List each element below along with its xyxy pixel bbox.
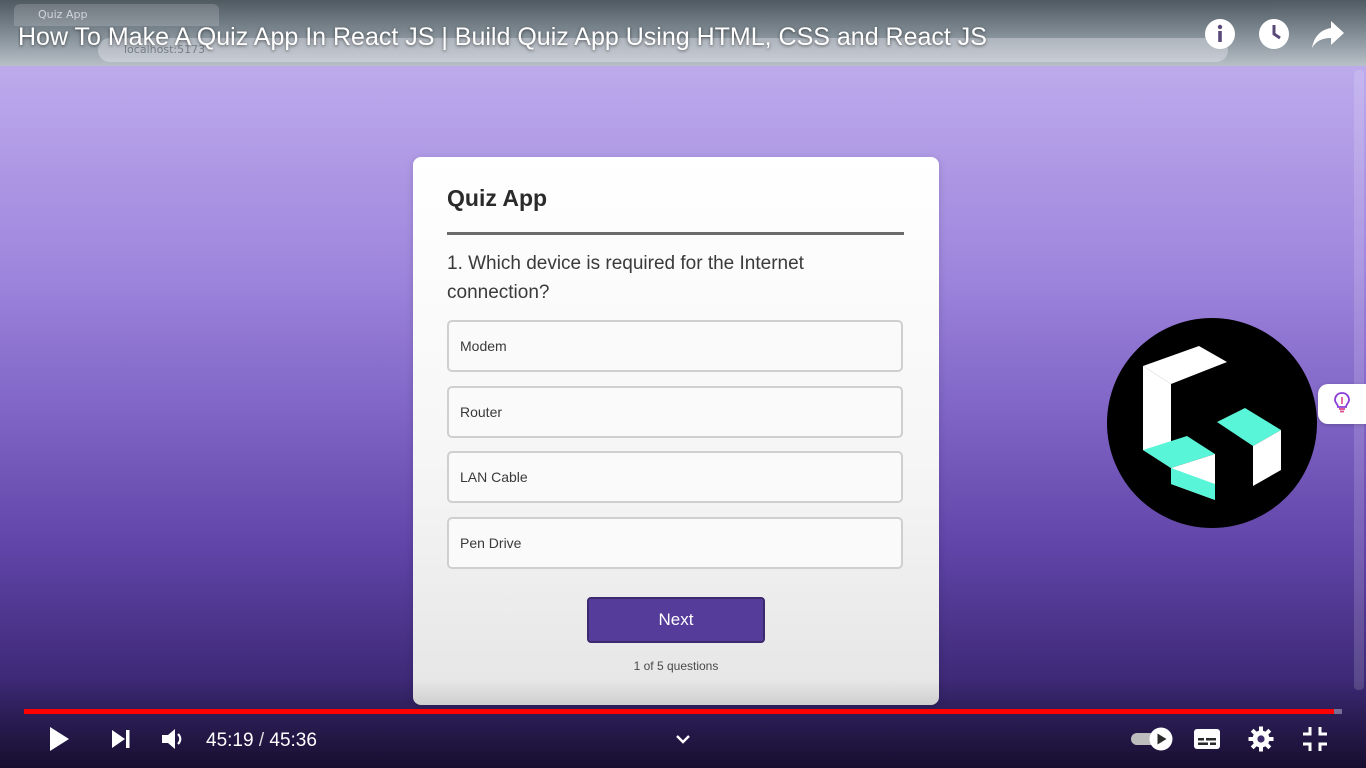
info-icon xyxy=(1204,18,1236,54)
autoplay-toggle[interactable] xyxy=(1128,722,1176,760)
next-video-button[interactable] xyxy=(104,722,138,760)
duration: 45:36 xyxy=(269,730,317,751)
quiz-card: Quiz App 1. Which device is required for… xyxy=(413,157,939,705)
side-extension-tab[interactable] xyxy=(1318,384,1366,424)
play-icon xyxy=(48,726,70,756)
exit-fullscreen-icon xyxy=(1302,726,1328,756)
next-button[interactable]: Next xyxy=(587,597,765,643)
video-title[interactable]: How To Make A Quiz App In React JS | Bui… xyxy=(18,20,1178,54)
browser-scrollbar xyxy=(1354,70,1364,690)
time-separator: / xyxy=(258,730,265,751)
seek-bar-played xyxy=(24,709,1335,714)
exit-fullscreen-button[interactable] xyxy=(1298,722,1332,760)
current-time: 45:19 xyxy=(206,730,254,751)
title-divider xyxy=(447,232,904,235)
mute-button[interactable] xyxy=(156,722,190,760)
option-modem[interactable]: Modem xyxy=(447,320,903,372)
captions-icon xyxy=(1193,728,1221,754)
volume-icon xyxy=(161,728,185,754)
question-text: 1. Which device is required for the Inte… xyxy=(447,253,804,303)
chevron-down-icon xyxy=(675,729,691,748)
gear-icon xyxy=(1248,726,1274,756)
settings-button[interactable] xyxy=(1244,722,1278,760)
video-frame[interactable]: Quiz App localhost:5173 Quiz App 1. Whic… xyxy=(0,0,1366,768)
clock-icon xyxy=(1258,18,1290,54)
chapters-toggle[interactable] xyxy=(668,724,698,752)
question-progress: 1 of 5 questions xyxy=(633,659,719,673)
option-lan-cable[interactable]: LAN Cable xyxy=(447,451,903,503)
option-router[interactable]: Router xyxy=(447,386,903,438)
watch-later-button[interactable] xyxy=(1256,18,1292,54)
lightbulb-icon xyxy=(1332,391,1352,417)
quiz-title: Quiz App xyxy=(447,185,548,211)
captions-button[interactable] xyxy=(1190,722,1224,760)
option-pen-drive[interactable]: Pen Drive xyxy=(447,517,903,569)
info-button[interactable] xyxy=(1202,18,1238,54)
share-icon xyxy=(1311,19,1345,53)
channel-logo-icon[interactable] xyxy=(1107,318,1317,528)
skip-next-icon xyxy=(110,728,132,754)
seek-bar[interactable] xyxy=(24,709,1342,714)
time-display: 45:19 / 45:36 xyxy=(206,727,317,755)
play-button[interactable] xyxy=(42,722,76,760)
share-button[interactable] xyxy=(1310,18,1346,54)
autoplay-toggle-icon xyxy=(1129,726,1175,756)
